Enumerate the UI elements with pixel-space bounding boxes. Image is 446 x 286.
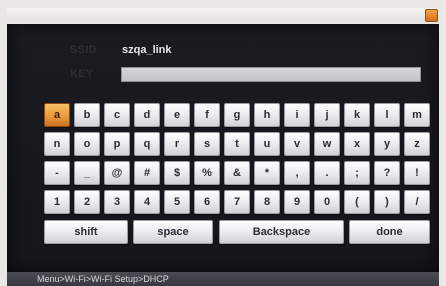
key-comma[interactable]: , [284,161,310,185]
breadcrumb: Menu>Wi-Fi>Wi-Fi Setup>DHCP [7,272,439,286]
ssid-label: SSID [70,44,97,56]
key-i[interactable]: i [284,103,310,127]
key-5[interactable]: 5 [164,190,190,214]
key-underscore[interactable]: _ [74,161,100,185]
key-y[interactable]: y [374,132,400,156]
key-h[interactable]: h [254,103,280,127]
key-semicolon[interactable]: ; [344,161,370,185]
key-exclamation[interactable]: ! [404,161,430,185]
orange-square-icon [425,9,438,22]
key-close-paren[interactable]: ) [374,190,400,214]
key-z[interactable]: z [404,132,430,156]
key-e[interactable]: e [164,103,190,127]
key-4[interactable]: 4 [134,190,160,214]
key-b[interactable]: b [74,103,100,127]
key-input[interactable] [121,67,421,82]
key-n[interactable]: n [44,132,70,156]
key-2[interactable]: 2 [74,190,100,214]
key-3[interactable]: 3 [104,190,130,214]
key-m[interactable]: m [404,103,430,127]
key-slash[interactable]: / [404,190,430,214]
key-r[interactable]: r [164,132,190,156]
key-u[interactable]: u [254,132,280,156]
key-f[interactable]: f [194,103,220,127]
key-at[interactable]: @ [104,161,130,185]
backspace-key[interactable]: Backspace [219,220,344,244]
key-s[interactable]: s [194,132,220,156]
key-ampersand[interactable]: & [224,161,250,185]
key-k[interactable]: k [344,103,370,127]
key-t[interactable]: t [224,132,250,156]
key-7[interactable]: 7 [224,190,250,214]
key-d[interactable]: d [134,103,160,127]
key-8[interactable]: 8 [254,190,280,214]
key-q[interactable]: q [134,132,160,156]
key-asterisk[interactable]: * [254,161,280,185]
key-g[interactable]: g [224,103,250,127]
key-9[interactable]: 9 [284,190,310,214]
key-period[interactable]: . [314,161,340,185]
key-c[interactable]: c [104,103,130,127]
done-key[interactable]: done [349,220,430,244]
top-bar [7,8,439,22]
key-1[interactable]: 1 [44,190,70,214]
key-x[interactable]: x [344,132,370,156]
key-hash[interactable]: # [134,161,160,185]
key-a[interactable]: a [44,103,70,127]
key-label: KEY [70,68,94,80]
key-dollar[interactable]: $ [164,161,190,185]
key-o[interactable]: o [74,132,100,156]
ssid-value: szqa_link [122,44,172,56]
key-question[interactable]: ? [374,161,400,185]
space-key[interactable]: space [133,220,213,244]
key-w[interactable]: w [314,132,340,156]
key-6[interactable]: 6 [194,190,220,214]
key-l[interactable]: l [374,103,400,127]
key-open-paren[interactable]: ( [344,190,370,214]
key-v[interactable]: v [284,132,310,156]
key-percent[interactable]: % [194,161,220,185]
key-hyphen[interactable]: - [44,161,70,185]
key-j[interactable]: j [314,103,340,127]
key-p[interactable]: p [104,132,130,156]
key-0[interactable]: 0 [314,190,340,214]
shift-key[interactable]: shift [44,220,128,244]
